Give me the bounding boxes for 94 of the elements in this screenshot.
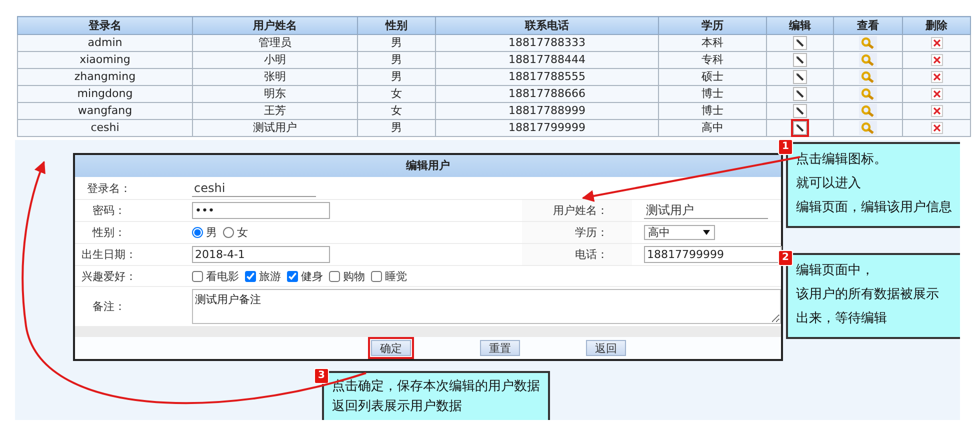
option-label: 女: [237, 225, 248, 240]
caret-icon: [703, 230, 710, 235]
delete-icon[interactable]: [930, 54, 942, 66]
pencil-icon[interactable]: [793, 104, 807, 118]
field-label: 密码：: [92, 203, 126, 218]
search-icon[interactable]: [859, 120, 877, 135]
table-cell: 男: [358, 52, 436, 68]
search-icon[interactable]: [859, 70, 877, 84]
option-label: 看电影: [206, 268, 239, 284]
option-label: 旅游: [259, 268, 281, 284]
gender-radio[interactable]: [223, 227, 234, 238]
column-header: 登录名: [18, 16, 192, 34]
pencil-icon[interactable]: [793, 86, 807, 101]
table-cell: 女: [358, 86, 436, 102]
remarks-field[interactable]: 测试用户备注: [192, 289, 781, 324]
form-button[interactable]: 重置: [480, 340, 520, 356]
option-label: 睡觉: [385, 268, 407, 284]
table-cell: 管理员: [192, 34, 358, 52]
option-label: 健身: [301, 268, 323, 284]
column-header: 用户姓名: [192, 16, 358, 34]
field-label: 登录名：: [86, 180, 132, 196]
delete-icon[interactable]: [930, 36, 942, 49]
login-name-field: ceshi: [192, 180, 316, 196]
column-header: 性别: [358, 16, 436, 34]
option-label: 男: [206, 225, 217, 240]
table-cell: 男: [358, 120, 436, 136]
table-cell: 男: [358, 68, 436, 86]
field-label: 学历：: [575, 225, 608, 240]
field-label: 电话：: [575, 247, 608, 262]
field-label: 兴趣爱好：: [81, 268, 137, 284]
table-cell: 18817788666: [436, 86, 658, 102]
table-cell: 王芳: [192, 102, 358, 120]
hobby-checkbox[interactable]: [371, 270, 382, 282]
table-cell: 博士: [658, 86, 766, 102]
table-cell: 测试用户: [192, 120, 358, 136]
table-cell: 明东: [192, 86, 358, 102]
field-label: 性别：: [91, 225, 126, 240]
column-header: 编辑: [766, 16, 834, 34]
table-cell: 本科: [658, 34, 766, 52]
delete-icon[interactable]: [930, 88, 942, 100]
search-icon[interactable]: [859, 36, 877, 50]
hobby-checkbox[interactable]: [192, 270, 203, 282]
column-header: 联系电话: [436, 16, 658, 34]
pencil-icon[interactable]: [793, 70, 807, 84]
field-label: 用户姓名：: [553, 203, 608, 218]
callout-text: 编辑页面中， 该用户的所有数据被展示 出来，等待编辑: [796, 262, 940, 328]
gender-radio[interactable]: [192, 227, 203, 238]
column-header: 学历: [658, 16, 766, 34]
hobby-checkbox[interactable]: [329, 270, 340, 282]
table-cell: 18817788444: [436, 52, 658, 68]
field-label: 出生日期：: [81, 247, 137, 262]
phone-field[interactable]: 18817799999: [644, 246, 782, 263]
search-icon[interactable]: [859, 52, 877, 67]
form-button[interactable]: 返回: [586, 340, 626, 356]
table-cell: zhangming: [18, 68, 192, 86]
search-icon[interactable]: [859, 104, 877, 118]
hobby-checkbox[interactable]: [287, 270, 298, 282]
table-cell: 18817788999: [436, 102, 658, 120]
password-field[interactable]: •••: [192, 202, 330, 219]
table-cell: 18817788333: [436, 34, 658, 52]
table-cell: 小明: [192, 52, 358, 68]
pencil-icon[interactable]: [793, 36, 807, 50]
table-cell: 男: [358, 34, 436, 52]
table-cell: wangfang: [18, 102, 192, 120]
table-cell: xiaoming: [18, 52, 192, 68]
table-cell: ceshi: [18, 120, 192, 136]
step-badge: 2: [778, 250, 793, 266]
step-badge: 3: [314, 368, 329, 384]
hobby-checkbox[interactable]: [245, 270, 256, 282]
field-label: 备注：: [92, 299, 126, 314]
table-cell: 张明: [192, 68, 358, 86]
table-cell: mingdong: [18, 86, 192, 102]
full-name-field: 测试用户: [644, 202, 768, 219]
delete-icon[interactable]: [930, 70, 942, 83]
table-cell: 18817799999: [436, 120, 658, 136]
column-header: 查看: [834, 16, 902, 34]
birth-date-field[interactable]: 2018-4-1: [192, 246, 330, 263]
search-icon[interactable]: [859, 86, 877, 101]
table-cell: 专科: [658, 52, 766, 68]
form-button[interactable]: 确定: [371, 340, 411, 356]
step-badge: 1: [778, 140, 793, 155]
dialog-title: 编辑用户: [75, 155, 781, 177]
table-cell: 18817788555: [436, 68, 658, 86]
option-label: 购物: [343, 268, 365, 284]
education-dropdown[interactable]: 高中: [644, 225, 715, 240]
table-cell: 硕士: [658, 68, 766, 86]
table-cell: admin: [18, 34, 192, 52]
pencil-icon[interactable]: [793, 52, 807, 67]
delete-icon[interactable]: [930, 122, 942, 134]
table-cell: 女: [358, 102, 436, 120]
delete-icon[interactable]: [930, 104, 942, 117]
column-header: 删除: [902, 16, 970, 34]
table-cell: 博士: [658, 102, 766, 120]
table-cell: 高中: [658, 120, 766, 136]
